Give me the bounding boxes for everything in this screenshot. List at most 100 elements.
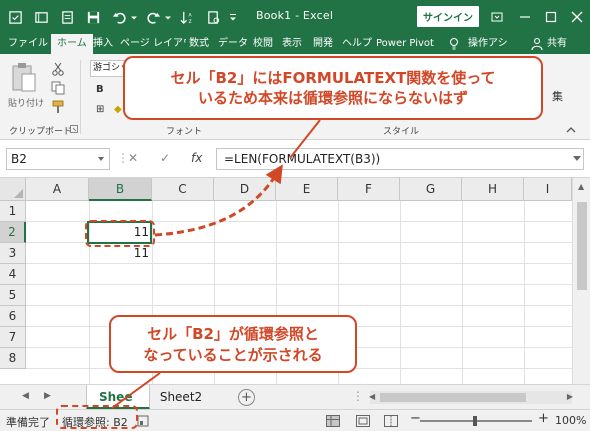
tab-share[interactable]: 共有 — [547, 34, 567, 54]
formula-input[interactable]: =LEN(FORMULATEXT(B3)) — [216, 148, 584, 170]
row-header-2[interactable]: 2 — [0, 222, 26, 243]
highlight-cell-b2 — [85, 220, 155, 247]
callout-top-line2: いるため本来は循環参照にならないはず — [197, 89, 468, 107]
zoom-slider[interactable] — [420, 416, 532, 426]
touch-mode-icon[interactable] — [30, 6, 52, 28]
signin-button[interactable]: サインイン — [417, 6, 479, 27]
tab-review[interactable]: 校閲 — [253, 34, 273, 54]
cut-icon[interactable] — [51, 62, 65, 76]
svg-text:A: A — [188, 12, 192, 18]
vertical-scroll-thumb[interactable] — [577, 202, 587, 290]
undo-dropdown-icon[interactable] — [130, 6, 138, 28]
column-header-f[interactable]: F — [338, 178, 400, 201]
paste-icon[interactable] — [10, 62, 38, 94]
tab-home[interactable]: ホーム — [51, 34, 93, 54]
maximize-icon[interactable] — [538, 0, 564, 34]
sheet-tab-sheet2[interactable]: Sheet2 — [151, 385, 211, 410]
zoom-level[interactable]: 100% — [555, 414, 586, 427]
callout-bottom-line1: セル「B2」が循環参照と — [147, 325, 319, 343]
sheet-scroll-right-icon[interactable]: ▶ — [44, 391, 51, 401]
expand-formula-bar-icon[interactable] — [573, 156, 581, 161]
column-header-d[interactable]: D — [214, 178, 276, 201]
scroll-left-icon[interactable]: ◀ — [369, 392, 375, 401]
tab-page-layout[interactable]: ページ レイアウ — [120, 34, 186, 54]
column-header-a[interactable]: A — [26, 178, 89, 201]
enter-entry-icon[interactable]: ✓ — [160, 151, 170, 165]
ribbon-tab-bar: ファイル ホーム 挿入 ページ レイアウ 数式 データ 校閲 表示 開発 ヘルプ… — [0, 34, 590, 54]
page-layout-view-icon[interactable] — [356, 415, 370, 427]
cancel-entry-icon[interactable]: ✕ — [128, 151, 138, 165]
borders-icon[interactable]: ⊞ — [96, 104, 104, 115]
share-person-icon[interactable] — [531, 37, 545, 51]
window-title: Book1 - Excel — [256, 9, 334, 22]
tab-tell-me[interactable]: 操作アシ — [468, 34, 508, 54]
zoom-slider-knob[interactable] — [473, 416, 477, 426]
clipboard-group-label: クリップボード — [9, 127, 73, 137]
name-box-dropdown-icon[interactable] — [98, 157, 104, 161]
row-header-6[interactable]: 6 — [0, 306, 26, 327]
redo-dropdown-icon[interactable] — [164, 6, 172, 28]
save-icon[interactable] — [82, 6, 104, 28]
collapse-ribbon-icon[interactable] — [566, 126, 576, 134]
new-sheet-button[interactable]: + — [238, 389, 255, 406]
minimize-icon[interactable] — [512, 0, 538, 34]
zoom-in-button[interactable]: + — [538, 411, 549, 426]
page-break-preview-icon[interactable] — [384, 415, 398, 427]
print-preview-icon[interactable] — [202, 6, 224, 28]
styles-group-label: スタイル — [383, 127, 420, 137]
normal-view-icon[interactable] — [326, 415, 340, 427]
sheet-scroll-left-icon[interactable]: ◀ — [22, 391, 29, 401]
select-all-triangle-icon — [14, 189, 23, 198]
close-icon[interactable] — [564, 0, 590, 34]
horizontal-scroll-thumb[interactable] — [380, 393, 526, 402]
ribbon-group-divider — [80, 60, 81, 134]
redo-icon[interactable] — [142, 6, 164, 28]
format-painter-icon[interactable] — [51, 100, 65, 114]
row-header-1[interactable]: 1 — [0, 201, 26, 222]
vertical-scrollbar[interactable]: ▲ — [572, 178, 590, 384]
row-header-3[interactable]: 3 — [0, 243, 26, 264]
zoom-out-button[interactable]: − — [410, 411, 421, 426]
scroll-up-icon[interactable]: ▲ — [578, 182, 584, 191]
scroll-right-icon[interactable]: ▶ — [567, 392, 573, 401]
lightbulb-icon[interactable] — [447, 37, 461, 51]
column-header-c[interactable]: C — [152, 178, 214, 201]
ribbon-display-options-icon[interactable] — [484, 0, 510, 34]
row-header-8[interactable]: 8 — [0, 348, 26, 369]
svg-text:Z: Z — [188, 19, 191, 25]
customize-qat-icon[interactable] — [228, 6, 238, 28]
sort-icon[interactable]: AZ — [176, 6, 198, 28]
fill-color-icon[interactable]: ◆ — [114, 104, 122, 115]
insert-function-icon[interactable]: fx — [191, 151, 202, 165]
horizontal-scrollbar[interactable]: ◀ ▶ — [369, 391, 573, 404]
column-header-g[interactable]: G — [400, 178, 462, 201]
tab-developer[interactable]: 開発 — [313, 34, 333, 54]
undo-icon[interactable] — [108, 6, 130, 28]
clipboard-launcher-icon[interactable] — [70, 125, 78, 133]
status-ready: 準備完了 — [6, 416, 50, 429]
tab-view[interactable]: 表示 — [282, 34, 302, 54]
tab-power-pivot[interactable]: Power Pivot — [376, 34, 434, 54]
tab-data[interactable]: データ — [218, 34, 248, 54]
column-header-h[interactable]: H — [462, 178, 524, 201]
copy-icon[interactable] — [51, 81, 65, 95]
tab-split-handle-icon[interactable]: ⋮ — [352, 389, 364, 403]
name-box[interactable]: B2 — [6, 148, 110, 170]
autosave-icon[interactable] — [4, 6, 26, 28]
column-header-i[interactable]: I — [524, 178, 572, 201]
tab-insert[interactable]: 挿入 — [93, 34, 113, 54]
redo-format-icon[interactable] — [56, 6, 78, 28]
paste-label: 貼り付け — [8, 99, 45, 109]
row-header-5[interactable]: 5 — [0, 285, 26, 306]
column-header-b[interactable]: B — [89, 178, 152, 201]
callout-bottom-line2: なっていることが示される — [143, 346, 323, 364]
tab-help[interactable]: ヘルプ — [342, 34, 372, 54]
bold-icon[interactable]: B — [96, 84, 104, 95]
row-header-4[interactable]: 4 — [0, 264, 26, 285]
tab-formulas[interactable]: 数式 — [189, 34, 209, 54]
row-header-7[interactable]: 7 — [0, 327, 26, 348]
macro-record-icon[interactable] — [137, 415, 149, 427]
column-header-e[interactable]: E — [276, 178, 338, 201]
tab-file[interactable]: ファイル — [8, 34, 48, 54]
select-all-button[interactable] — [0, 178, 26, 201]
